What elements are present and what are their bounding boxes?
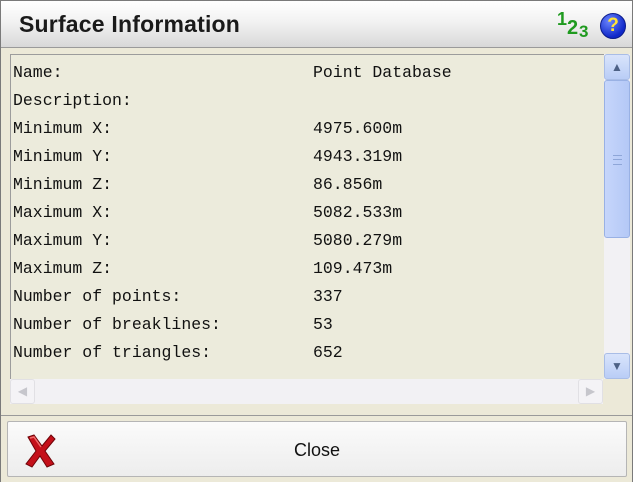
- info-value: 5082.533m: [313, 203, 403, 222]
- scroll-down-icon[interactable]: ▼: [604, 353, 630, 379]
- vertical-scroll-thumb[interactable]: [604, 80, 630, 238]
- units-icon[interactable]: 1 2 3: [557, 7, 597, 41]
- close-button[interactable]: Close: [7, 421, 627, 477]
- info-value: 5080.279m: [313, 231, 403, 250]
- info-value: 4975.600m: [313, 119, 403, 138]
- scroll-grip-icon: [613, 155, 622, 165]
- info-value: 337: [313, 287, 343, 306]
- info-value: 109.473m: [313, 259, 393, 278]
- info-value: 652: [313, 343, 343, 362]
- units-icon-digit-2: 2: [567, 17, 579, 39]
- info-label: Maximum Y:: [13, 231, 113, 250]
- info-label: Minimum Y:: [13, 147, 113, 166]
- info-label: Maximum Z:: [13, 259, 113, 278]
- surface-information-window: Surface Information 1 2 3 ? Name: Point D…: [0, 0, 633, 482]
- scroll-left-icon[interactable]: ◀: [10, 379, 35, 404]
- info-value: Point Database: [313, 63, 452, 82]
- info-label: Minimum Z:: [13, 175, 113, 194]
- info-label: Number of triangles:: [13, 343, 212, 362]
- info-label: Name:: [13, 63, 63, 82]
- horizontal-scrollbar[interactable]: ◀ ▶: [10, 379, 603, 404]
- info-value: 53: [313, 315, 333, 334]
- info-value: 4943.319m: [313, 147, 403, 166]
- bottom-bar: Close: [1, 415, 632, 482]
- units-icon-digit-3: 3: [579, 22, 589, 41]
- info-label: Maximum X:: [13, 203, 113, 222]
- info-label: Number of breaklines:: [13, 315, 221, 334]
- scrollbar-corner: [604, 379, 630, 404]
- close-label: Close: [293, 440, 341, 460]
- scroll-right-icon[interactable]: ▶: [578, 379, 603, 404]
- title-bar: Surface Information 1 2 3 ?: [1, 1, 632, 48]
- help-icon[interactable]: ?: [600, 13, 626, 39]
- vertical-scrollbar[interactable]: ▲ ▼: [604, 54, 630, 379]
- units-icon-digit-1: 1: [557, 9, 568, 29]
- info-label: Number of points:: [13, 287, 182, 306]
- scroll-up-icon[interactable]: ▲: [604, 54, 630, 80]
- window-title: Surface Information: [19, 11, 241, 37]
- surface-info-list: Name: Point Database Description: Minimum X…: [10, 54, 604, 380]
- info-label: Minimum X:: [13, 119, 113, 138]
- info-value: 86.856m: [313, 175, 383, 194]
- info-label: Description:: [13, 91, 132, 110]
